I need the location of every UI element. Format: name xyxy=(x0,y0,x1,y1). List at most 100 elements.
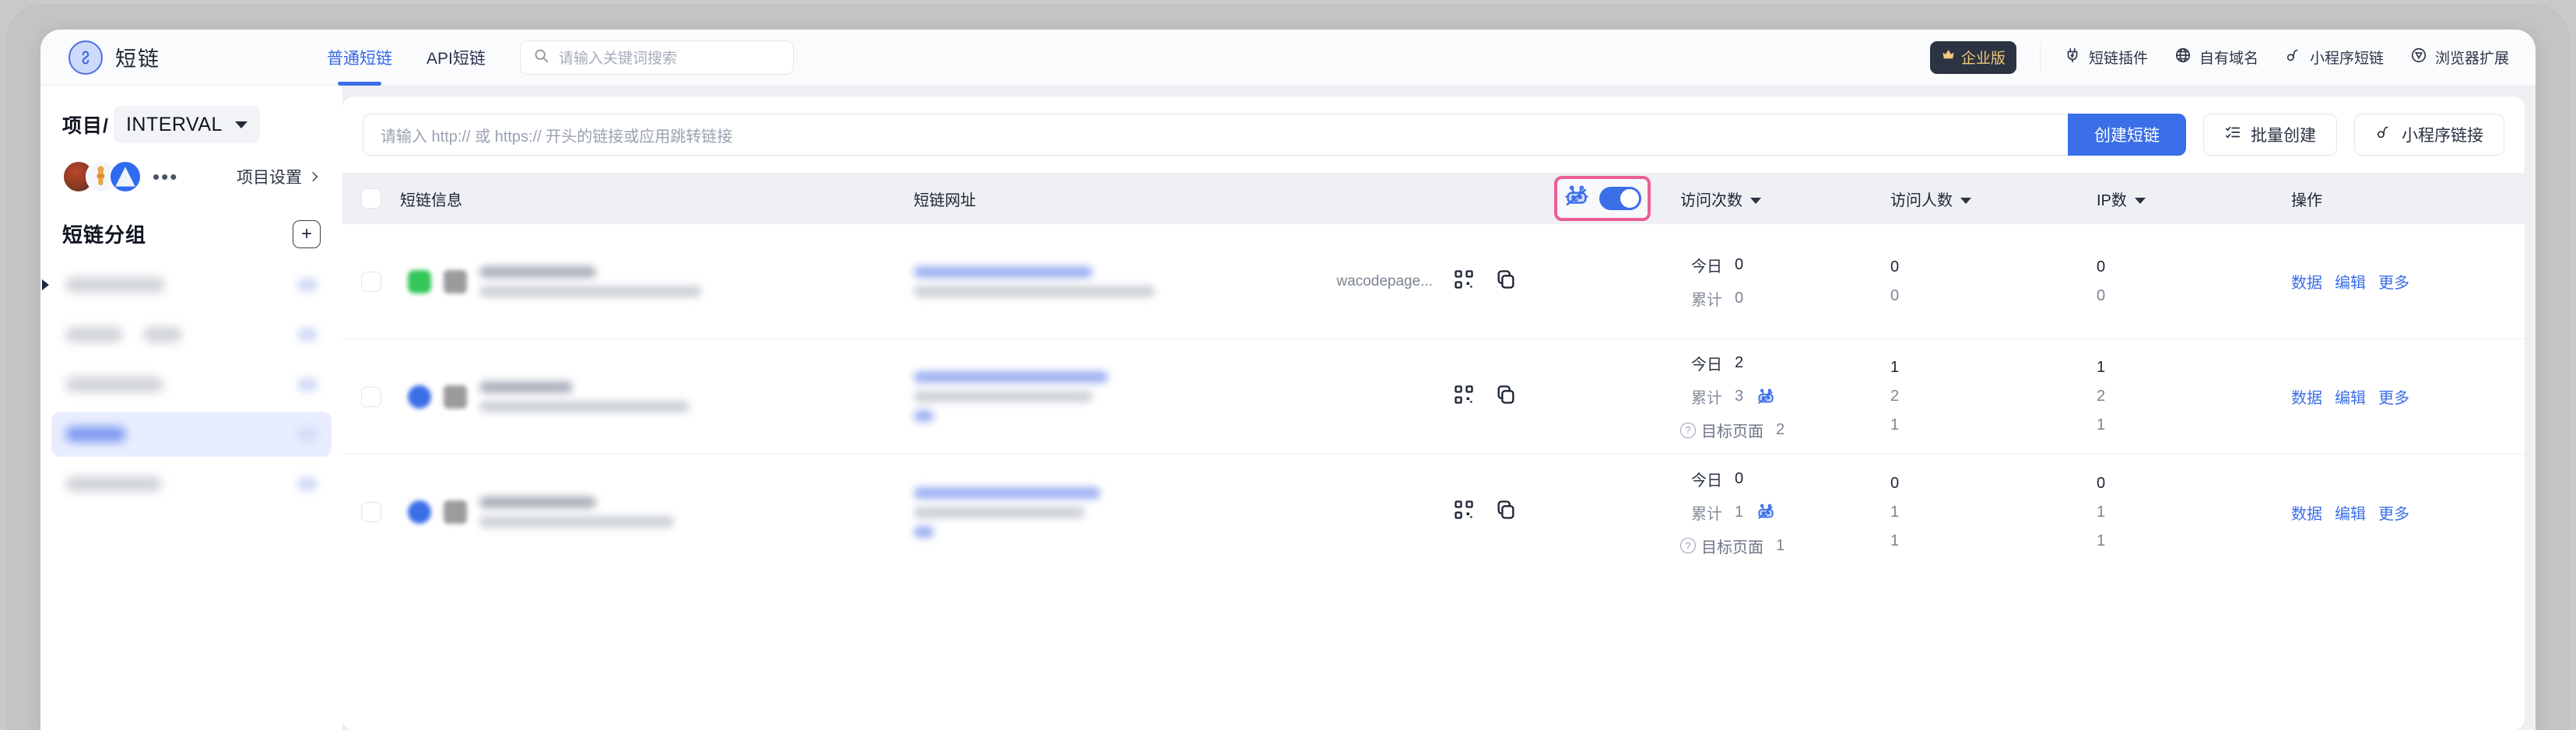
miniprogram-link-button[interactable]: 小程序链接 xyxy=(2354,114,2504,156)
project-dropdown[interactable]: INTERVAL xyxy=(113,106,260,143)
top-item-plugin[interactable]: 短链插件 xyxy=(2064,47,2148,68)
create-shortlink-bar: 请输入 http:// 或 https:// 开头的链接或应用跳转链接 创建短链… xyxy=(342,97,2525,173)
qrcode-icon[interactable] xyxy=(1453,384,1475,410)
ip-today: 0 xyxy=(2097,258,2106,276)
nav-tabs: 普通短链 API短链 xyxy=(327,30,486,86)
table-row[interactable]: 今日 2 累计 3 ? 目标页面 2 1 2 1 1 2 1 数据 编辑 更多 xyxy=(342,339,2525,454)
sidebar-group-item[interactable] xyxy=(51,462,332,507)
project-members: ••• 项目设置 xyxy=(62,160,321,193)
question-circle-icon[interactable]: ? xyxy=(1680,422,1696,438)
row-ip-cell: 0 1 1 xyxy=(2097,475,2291,550)
group-label-redacted xyxy=(65,327,123,342)
header-bot-filter-cell xyxy=(1525,176,1680,221)
row-url-redacted xyxy=(914,486,1428,538)
row-info-redacted xyxy=(479,381,690,412)
app-window: 短链 普通短链 API短链 请输入关键词搜索 企业版 短链插件 自有域名 小程序… xyxy=(40,30,2536,730)
ip-target: 1 xyxy=(2097,416,2106,433)
group-label-redacted xyxy=(143,327,182,342)
copy-icon[interactable] xyxy=(1495,384,1517,410)
row-info-redacted xyxy=(479,265,701,297)
action-data[interactable]: 数据 xyxy=(2291,385,2322,408)
row-info-cell xyxy=(400,381,914,412)
row-checkbox[interactable] xyxy=(361,271,381,292)
top-right-actions: 企业版 短链插件 自有域名 小程序短链 浏览器扩展 xyxy=(1929,40,2509,74)
app-icon-redacted xyxy=(408,269,431,293)
label-target: ? 目标页面 xyxy=(1680,535,1764,557)
group-count-redacted xyxy=(297,427,318,441)
question-circle-icon[interactable]: ? xyxy=(1680,538,1696,553)
row-checkbox[interactable] xyxy=(361,386,381,407)
enterprise-badge[interactable]: 企业版 xyxy=(1929,40,2016,74)
tab-api-shortlink[interactable]: API短链 xyxy=(426,30,486,86)
sidebar-group-item-selected[interactable] xyxy=(51,412,332,457)
header-pv[interactable]: 访问次数 xyxy=(1680,188,1890,210)
copy-icon[interactable] xyxy=(1495,499,1517,525)
sidebar-group-item[interactable] xyxy=(51,312,332,357)
top-item-label: 短链插件 xyxy=(2088,51,2148,67)
batch-create-button[interactable]: 批量创建 xyxy=(2203,114,2337,156)
action-data[interactable]: 数据 xyxy=(2291,501,2322,524)
caret-down-icon[interactable] xyxy=(2134,198,2146,205)
table-row[interactable]: wacodepage... 今日 0 累计 0 0 0 0 0 数据 编辑 更多 xyxy=(342,224,2525,339)
uv-today: 0 xyxy=(1890,474,1900,492)
table-row[interactable]: 今日 0 累计 1 ? 目标页面 1 0 1 1 0 1 1 数据 编辑 更多 xyxy=(342,454,2525,570)
caret-down-icon[interactable] xyxy=(1960,198,1971,205)
top-item-miniprogram[interactable]: 小程序短链 xyxy=(2285,47,2384,68)
caret-down-icon[interactable] xyxy=(1750,198,1761,205)
action-data[interactable]: 数据 xyxy=(2291,270,2322,293)
pv-today: 0 xyxy=(1735,469,1744,487)
robot-off-icon[interactable] xyxy=(1563,183,1590,214)
top-item-domain[interactable]: 自有域名 xyxy=(2174,47,2258,68)
project-settings-link[interactable]: 项目设置 xyxy=(237,165,321,188)
header-uv[interactable]: 访问人数 xyxy=(1890,188,2097,210)
robot-icon[interactable] xyxy=(1756,502,1776,522)
label-total: 累计 xyxy=(1691,505,1722,523)
top-item-browser-extension[interactable]: 浏览器扩展 xyxy=(2410,47,2509,68)
sidebar-group-item[interactable] xyxy=(51,362,332,407)
row-actions: 数据 编辑 更多 xyxy=(2291,501,2525,524)
action-more[interactable]: 更多 xyxy=(2378,501,2409,524)
action-more[interactable]: 更多 xyxy=(2378,385,2409,408)
chevron-right-icon[interactable] xyxy=(42,279,49,290)
list-check-icon xyxy=(2224,124,2241,146)
sidebar: 项目/ INTERVAL ••• 项目设置 短链分组 + xyxy=(40,86,342,730)
search-box[interactable]: 请输入关键词搜索 xyxy=(519,40,794,75)
ip-total: 2 xyxy=(2097,388,2106,405)
row-ip-cell: 1 2 1 xyxy=(2097,359,2291,434)
robot-icon[interactable] xyxy=(1756,387,1776,407)
ip-total: 0 xyxy=(2097,286,2106,304)
bot-filter-toggle[interactable] xyxy=(1599,187,1641,210)
row-info-cell xyxy=(400,497,914,528)
app-icon-redacted xyxy=(444,500,467,524)
ellipsis-icon[interactable]: ••• xyxy=(153,167,178,187)
create-shortlink-button[interactable]: 创建短链 xyxy=(2068,114,2186,156)
header-ip[interactable]: IP数 xyxy=(2097,188,2291,210)
row-actions: 数据 编辑 更多 xyxy=(2291,385,2525,408)
action-edit[interactable]: 编辑 xyxy=(2335,270,2366,293)
add-group-button[interactable]: + xyxy=(293,219,321,248)
top-item-label: 自有域名 xyxy=(2199,51,2258,67)
action-more[interactable]: 更多 xyxy=(2378,270,2409,293)
url-input[interactable]: 请输入 http:// 或 https:// 开头的链接或应用跳转链接 xyxy=(363,114,2068,156)
action-edit[interactable]: 编辑 xyxy=(2335,501,2366,524)
tab-normal-shortlink[interactable]: 普通短链 xyxy=(327,30,392,86)
pv-target: 1 xyxy=(1776,536,1785,554)
chevron-down-icon xyxy=(234,121,247,128)
qrcode-icon[interactable] xyxy=(1453,499,1475,525)
label-target-text: 目标页面 xyxy=(1701,423,1764,440)
qrcode-icon[interactable] xyxy=(1453,268,1475,295)
select-all-checkbox[interactable] xyxy=(361,188,381,209)
sidebar-group-item[interactable] xyxy=(42,262,332,307)
project-settings-label: 项目设置 xyxy=(237,169,302,187)
group-label-redacted xyxy=(65,377,163,392)
app-icon-redacted xyxy=(444,384,467,409)
header-ip-label: IP数 xyxy=(2097,191,2127,209)
action-edit[interactable]: 编辑 xyxy=(2335,385,2366,408)
label-today: 今日 xyxy=(1691,258,1722,276)
group-label-redacted xyxy=(65,277,165,293)
row-uv-cell: 1 2 1 xyxy=(1890,359,2097,434)
label-target: ? 目标页面 xyxy=(1680,419,1764,441)
row-checkbox[interactable] xyxy=(361,502,381,522)
search-input[interactable]: 请输入关键词搜索 xyxy=(559,47,677,68)
copy-icon[interactable] xyxy=(1495,268,1517,295)
